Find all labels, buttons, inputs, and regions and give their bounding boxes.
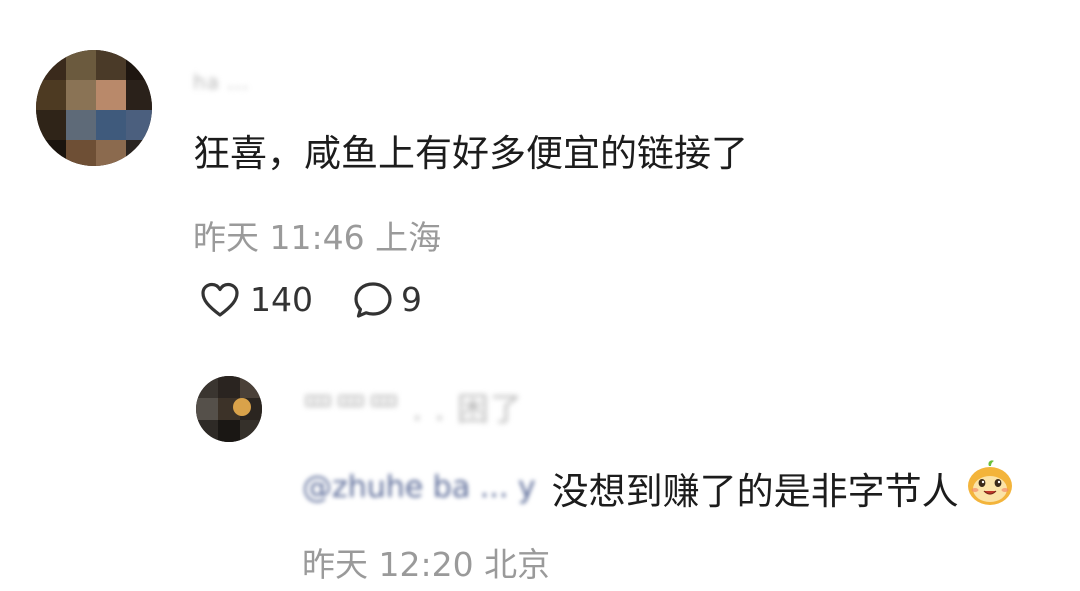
reply-text: 没想到赚了的是非字节人 <box>551 469 959 513</box>
pixelated-avatar-icon <box>196 376 262 442</box>
user-avatar[interactable] <box>36 50 152 166</box>
comment-username[interactable]: ha ... <box>193 70 249 94</box>
reply-count: 9 <box>401 280 422 319</box>
like-button[interactable]: 140 <box>200 280 313 319</box>
pixelated-avatar-icon <box>36 50 152 166</box>
reply-user-avatar[interactable] <box>196 376 262 442</box>
reply-meta: 昨天 12:20 北京 <box>302 545 551 584</box>
comment-actions: 140 9 <box>200 280 422 319</box>
like-count: 140 <box>250 280 313 319</box>
comment-text: 狂喜，咸鱼上有好多便宜的链接了 <box>193 132 748 175</box>
reply-text-row: @zhuhe ba ... y 没想到赚了的是非字节人 <box>302 458 1015 517</box>
reply-button[interactable]: 9 <box>353 280 422 319</box>
heart-outline-icon <box>200 282 240 318</box>
speech-bubble-outline-icon <box>353 281 393 319</box>
mention-link[interactable]: @zhuhe ba ... y <box>302 470 536 505</box>
reply-username[interactable]: 罒罒罒 . . 困了 <box>302 384 523 430</box>
orange-face-emoji-icon <box>965 458 1015 517</box>
comment-meta: 昨天 11:46 上海 <box>193 218 442 257</box>
